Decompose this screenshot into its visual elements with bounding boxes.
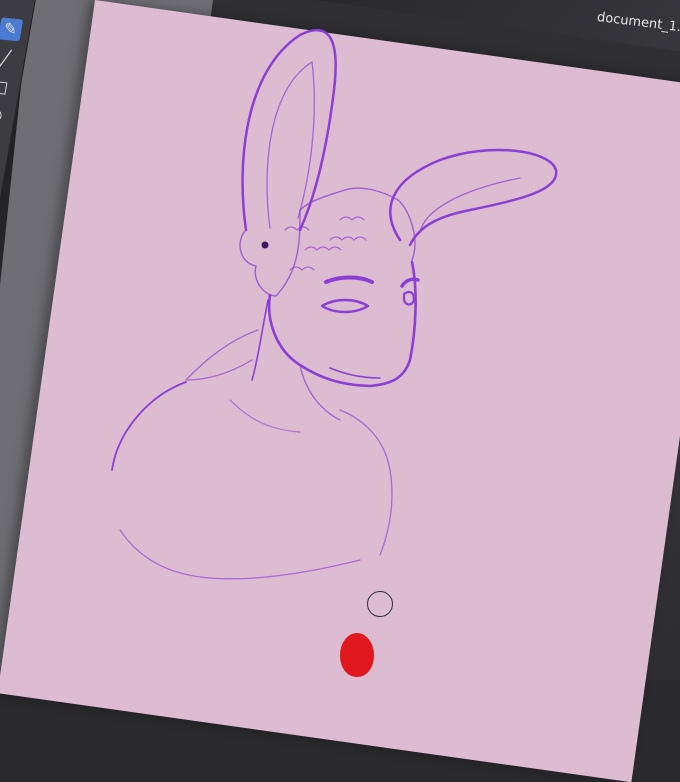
left-eyebrow	[324, 275, 374, 284]
shoulder-left	[111, 381, 187, 471]
right-ear-outline	[389, 148, 558, 247]
chest-line	[119, 529, 361, 580]
left-eye	[320, 298, 370, 314]
current-color-swatch[interactable]	[340, 633, 374, 677]
face-outline	[267, 260, 417, 388]
back-hair	[185, 329, 259, 381]
screen: ✎ ╱ □ ○ ⬠ ⋀ ᘓ ⅄ ⊙ document_1.k	[0, 0, 680, 782]
right-ear-inner	[419, 177, 521, 233]
sketch-layer	[111, 29, 558, 580]
neck-right	[299, 364, 341, 421]
shoulder-right	[339, 409, 393, 556]
earring-dot	[261, 241, 269, 249]
collarbone	[229, 399, 301, 433]
neck-left	[251, 299, 269, 381]
left-ear-inner	[266, 61, 315, 229]
right-eye	[402, 290, 416, 306]
hair-curls	[284, 216, 367, 271]
mouth-line	[329, 367, 381, 379]
left-ear-outline	[241, 29, 337, 232]
brush-cursor	[367, 591, 393, 617]
